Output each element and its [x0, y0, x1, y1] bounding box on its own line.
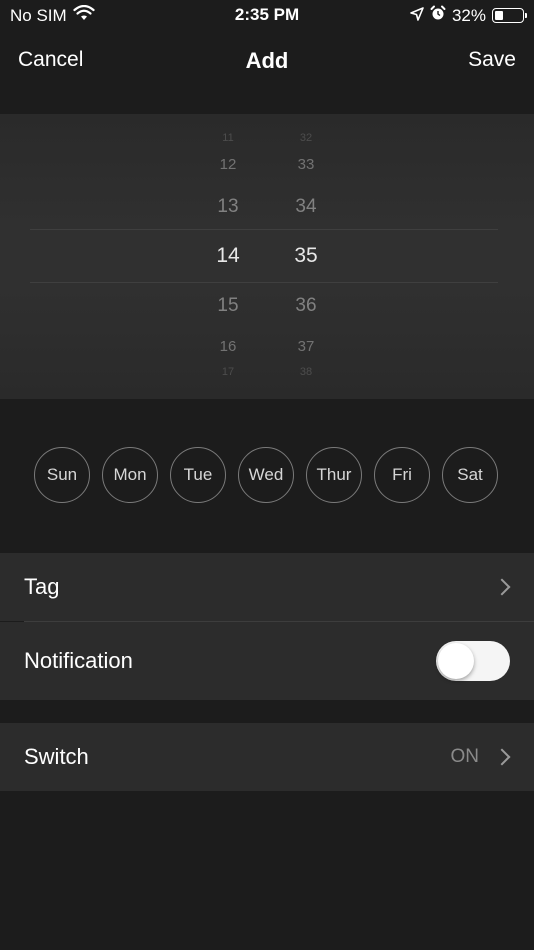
notification-toggle[interactable] — [436, 641, 510, 681]
save-button[interactable]: Save — [468, 48, 516, 72]
toggle-knob — [438, 643, 474, 679]
status-bar: No SIM 2:35 PM 32% — [0, 0, 534, 30]
weekday-button[interactable]: Sat — [442, 447, 498, 503]
switch-row[interactable]: Switch ON — [0, 723, 534, 791]
location-arrow-icon — [410, 6, 424, 26]
picker-item[interactable]: 11 — [198, 132, 258, 144]
page-title: Add — [245, 48, 289, 73]
time-picker[interactable]: 11 12 13 14 15 16 17 32 33 34 35 36 37 38 — [0, 114, 534, 399]
picker-item[interactable]: 37 — [276, 338, 336, 355]
screen: No SIM 2:35 PM 32% Cancel Add Save 11 12… — [0, 0, 534, 950]
picker-item[interactable]: 16 — [198, 338, 258, 355]
notification-label: Notification — [24, 648, 133, 673]
picker-item[interactable]: 34 — [276, 196, 336, 218]
picker-item[interactable]: 13 — [198, 196, 258, 218]
weekday-button[interactable]: Fri — [374, 447, 430, 503]
weekday-selector: Sun Mon Tue Wed Thur Fri Sat — [34, 447, 498, 503]
switch-label: Switch — [24, 744, 89, 769]
tag-row[interactable]: Tag — [0, 553, 534, 621]
chevron-right-icon — [493, 578, 511, 596]
weekday-button[interactable]: Tue — [170, 447, 226, 503]
chevron-right-icon — [493, 748, 511, 766]
picker-item[interactable]: 32 — [276, 132, 336, 144]
notification-row: Notification — [0, 622, 534, 700]
picker-item[interactable]: 38 — [276, 366, 336, 378]
nav-bar: Cancel Add Save — [0, 30, 534, 114]
picker-item[interactable]: 17 — [198, 366, 258, 378]
alarm-clock-icon — [430, 5, 446, 26]
weekday-button[interactable]: Sun — [34, 447, 90, 503]
picker-selection-bottom-line — [30, 282, 498, 283]
picker-item[interactable]: 36 — [276, 295, 336, 317]
battery-icon — [492, 8, 527, 23]
switch-value: ON — [450, 746, 480, 767]
battery-percent: 32% — [451, 5, 486, 25]
picker-item[interactable]: 15 — [198, 295, 258, 317]
tag-label: Tag — [24, 574, 60, 599]
picker-item[interactable]: 14 — [198, 244, 258, 268]
battery-fill — [495, 11, 503, 20]
picker-item[interactable]: 12 — [198, 156, 258, 173]
weekday-button[interactable]: Thur — [306, 447, 362, 503]
status-right: 32% — [410, 5, 527, 26]
weekday-button[interactable]: Mon — [102, 447, 158, 503]
picker-item[interactable]: 33 — [276, 156, 336, 173]
weekday-button[interactable]: Wed — [238, 447, 294, 503]
picker-item[interactable]: 35 — [276, 244, 336, 268]
picker-selection-top-line — [30, 229, 498, 230]
